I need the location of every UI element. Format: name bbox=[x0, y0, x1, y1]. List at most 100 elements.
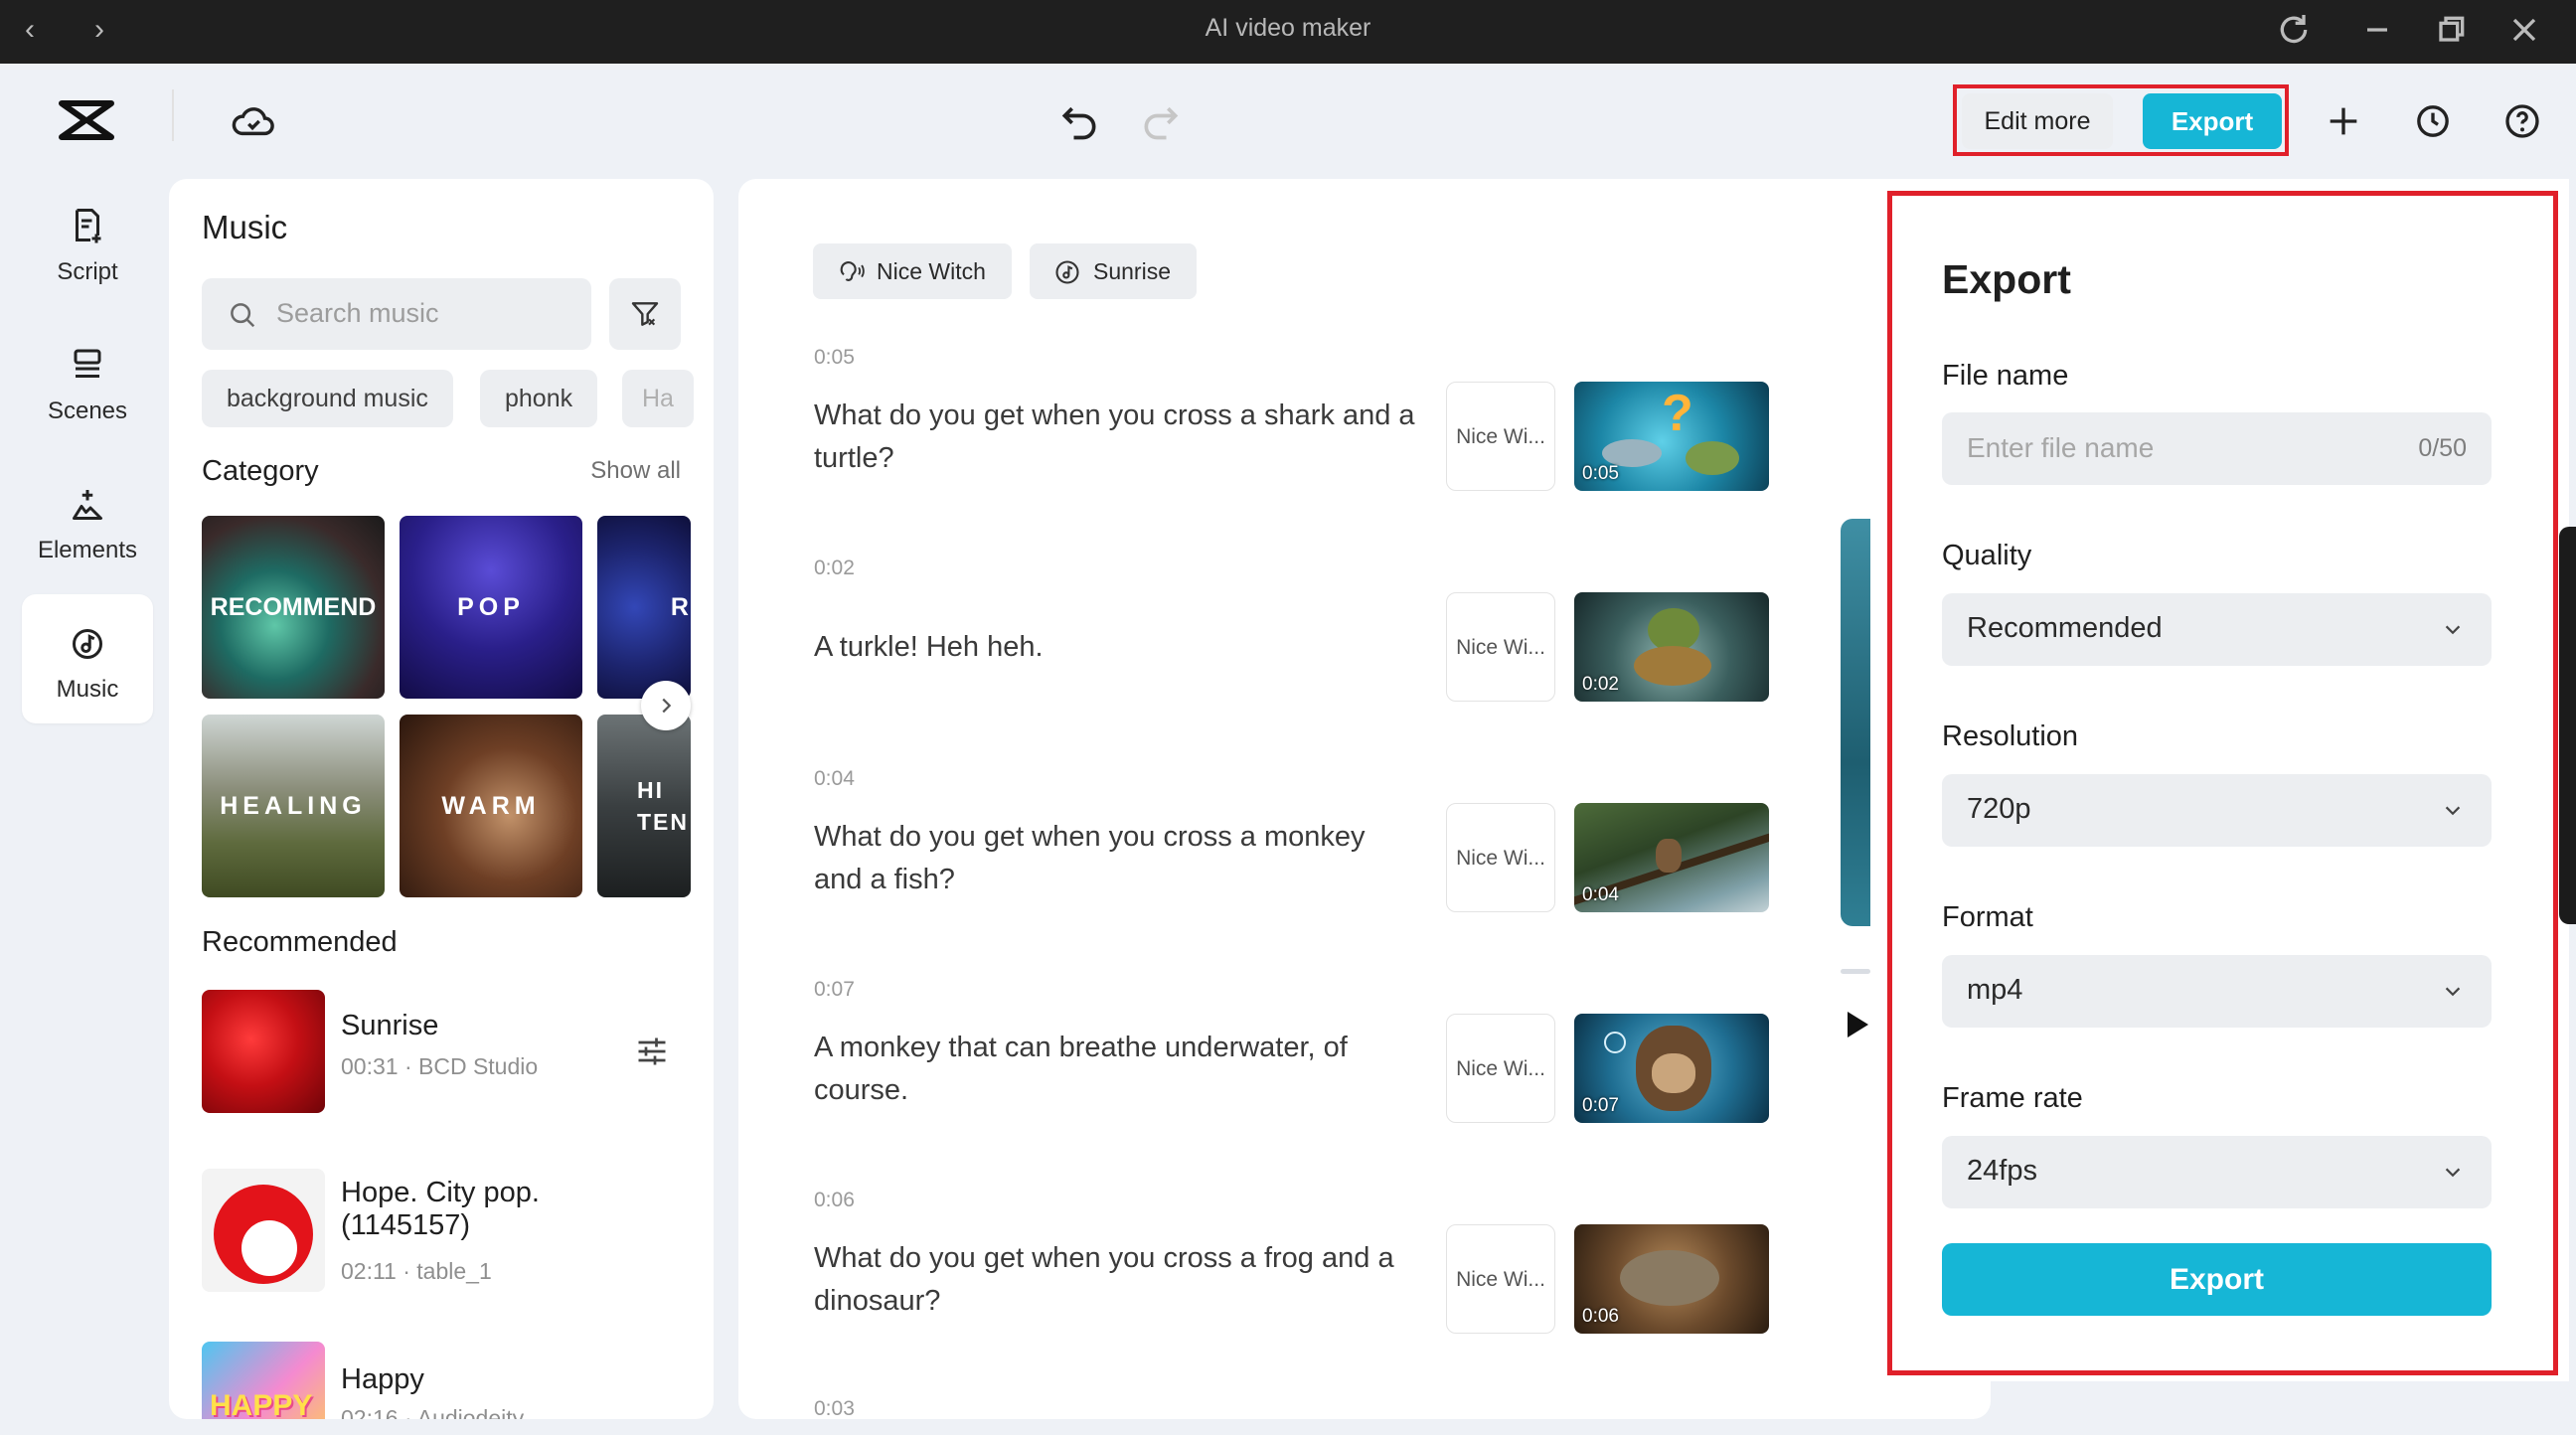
music-chip-label: Sunrise bbox=[1093, 258, 1171, 284]
track-item[interactable]: Hope. City pop. (1145157) 02:11 · table_… bbox=[202, 1169, 699, 1292]
minimize-icon[interactable] bbox=[2357, 10, 2397, 50]
segment-thumbnail[interactable]: 0:04 bbox=[1574, 803, 1769, 912]
help-icon[interactable] bbox=[2502, 101, 2542, 141]
segment-thumbnail[interactable]: ? 0:05 bbox=[1574, 382, 1769, 491]
chip-background-music[interactable]: background music bbox=[202, 370, 453, 427]
segment-voice[interactable]: Nice Wi... bbox=[1446, 382, 1555, 491]
segment-voice[interactable]: Nice Wi... bbox=[1446, 803, 1555, 912]
search-icon bbox=[228, 300, 257, 330]
undo-icon[interactable] bbox=[1057, 99, 1101, 143]
frame-rate-value: 24fps bbox=[1967, 1155, 2037, 1188]
voice-chip-label: Nice Witch bbox=[877, 258, 986, 284]
play-icon[interactable] bbox=[1845, 1010, 1870, 1039]
nav-music[interactable]: Music bbox=[22, 594, 153, 723]
cloud-sync-icon[interactable] bbox=[231, 99, 276, 141]
chip-phonk[interactable]: phonk bbox=[480, 370, 597, 427]
adjust-icon[interactable] bbox=[634, 1034, 670, 1069]
format-select[interactable]: mp4 bbox=[1942, 955, 2492, 1028]
track-meta: 02:16 · Audiodeity bbox=[341, 1405, 524, 1419]
segment-time: 0:07 bbox=[814, 978, 855, 1002]
segment-thumbnail[interactable]: 0:07 bbox=[1574, 1014, 1769, 1123]
segment-text[interactable]: A monkey that can breathe underwater, of… bbox=[814, 1027, 1420, 1112]
preview-edge bbox=[2559, 527, 2576, 924]
segment-voice[interactable]: Nice Wi... bbox=[1446, 1014, 1555, 1123]
quality-select[interactable]: Recommended bbox=[1942, 593, 2492, 666]
format-value: mp4 bbox=[1967, 974, 2022, 1007]
chevron-down-icon bbox=[2441, 981, 2465, 1003]
music-icon bbox=[70, 624, 105, 664]
frame-rate-select[interactable]: 24fps bbox=[1942, 1136, 2492, 1208]
history-icon[interactable] bbox=[2413, 101, 2453, 141]
add-icon[interactable] bbox=[2324, 101, 2363, 141]
file-name-input[interactable]: Enter file name 0/50 bbox=[1942, 412, 2492, 485]
nav-elements[interactable]: Elements bbox=[22, 455, 153, 584]
category-hi-tension[interactable]: HI TEN bbox=[597, 715, 691, 897]
nav-script-label: Script bbox=[22, 258, 153, 286]
nav-scenes[interactable]: Scenes bbox=[22, 316, 153, 445]
segment-thumbnail[interactable]: 0:06 bbox=[1574, 1224, 1769, 1334]
track-name: Happy bbox=[341, 1363, 424, 1396]
track-item[interactable]: HAPPY Happy 02:16 · Audiodeity bbox=[202, 1342, 699, 1419]
track-item[interactable]: Sunrise 00:31 · BCD Studio bbox=[202, 990, 699, 1113]
script-icon bbox=[70, 207, 105, 246]
music-panel-title: Music bbox=[202, 209, 287, 246]
show-all-link[interactable]: Show all bbox=[590, 457, 681, 485]
segment-time: 0:05 bbox=[814, 346, 855, 370]
close-icon[interactable] bbox=[2504, 10, 2544, 50]
category-recommend-label: RECOMMEND bbox=[211, 593, 377, 622]
category-rnb[interactable]: R& bbox=[597, 516, 691, 699]
redo-icon[interactable] bbox=[1139, 99, 1183, 143]
chip-ha[interactable]: Ha bbox=[622, 370, 694, 427]
filter-button[interactable] bbox=[609, 278, 681, 350]
app-logo-icon bbox=[58, 97, 115, 143]
file-name-counter: 0/50 bbox=[2418, 434, 2467, 463]
filter-icon bbox=[629, 298, 661, 330]
segment-text[interactable]: What do you get when you cross a monkey … bbox=[814, 816, 1420, 901]
music-chip[interactable]: Sunrise bbox=[1030, 243, 1197, 299]
category-pop[interactable]: POP bbox=[400, 516, 582, 699]
chevron-down-icon bbox=[2441, 619, 2465, 641]
segment-voice[interactable]: Nice Wi... bbox=[1446, 1224, 1555, 1334]
music-note-icon bbox=[1053, 258, 1081, 286]
category-recommend[interactable]: RECOMMEND bbox=[202, 516, 385, 699]
search-input[interactable]: Search music bbox=[202, 278, 591, 350]
category-healing-label: HEALING bbox=[220, 792, 367, 821]
segment-time: 0:04 bbox=[814, 767, 855, 791]
refresh-icon[interactable] bbox=[2274, 10, 2314, 50]
segment-thumbnail[interactable]: 0:02 bbox=[1574, 592, 1769, 702]
category-pop-label: POP bbox=[457, 593, 525, 622]
segment-text[interactable]: A turkle! Heh heh. bbox=[814, 626, 1420, 669]
export-top-button[interactable]: Export bbox=[2143, 93, 2282, 149]
restore-icon[interactable] bbox=[2431, 10, 2471, 50]
elements-icon bbox=[70, 485, 105, 525]
track-meta: 02:11 · table_1 bbox=[341, 1258, 492, 1285]
chevron-down-icon bbox=[2441, 1162, 2465, 1184]
category-healing[interactable]: HEALING bbox=[202, 715, 385, 897]
nav-music-label: Music bbox=[22, 676, 153, 704]
file-name-label: File name bbox=[1942, 360, 2068, 393]
category-warm[interactable]: WARM bbox=[400, 715, 582, 897]
resolution-label: Resolution bbox=[1942, 720, 2078, 753]
file-name-placeholder: Enter file name bbox=[1967, 432, 2154, 464]
export-title: Export bbox=[1942, 256, 2071, 303]
segment-text[interactable]: What do you get when you cross a shark a… bbox=[814, 395, 1420, 480]
chevron-down-icon bbox=[2441, 800, 2465, 822]
window-title: AI video maker bbox=[0, 0, 2576, 64]
segment-text[interactable]: What do you get when you cross a frog an… bbox=[814, 1237, 1420, 1323]
segment-duration: 0:02 bbox=[1582, 674, 1619, 696]
edit-more-button[interactable]: Edit more bbox=[1962, 93, 2113, 149]
voice-chip[interactable]: Nice Witch bbox=[813, 243, 1012, 299]
nav-script[interactable]: Script bbox=[22, 177, 153, 306]
category-warm-label: WARM bbox=[441, 792, 540, 821]
category-next-button[interactable] bbox=[641, 681, 691, 730]
segment-duration: 0:04 bbox=[1582, 884, 1619, 906]
category-hi-tension-label: HI TEN bbox=[637, 774, 691, 838]
segment-voice[interactable]: Nice Wi... bbox=[1446, 592, 1555, 702]
category-heading: Category bbox=[202, 455, 319, 488]
voice-icon bbox=[837, 258, 865, 286]
segment-duration: 0:06 bbox=[1582, 1306, 1619, 1328]
resolution-select[interactable]: 720p bbox=[1942, 774, 2492, 847]
track-meta: 00:31 · BCD Studio bbox=[341, 1053, 538, 1080]
video-preview[interactable] bbox=[1841, 519, 1870, 926]
export-confirm-button[interactable]: Export bbox=[1942, 1243, 2492, 1316]
